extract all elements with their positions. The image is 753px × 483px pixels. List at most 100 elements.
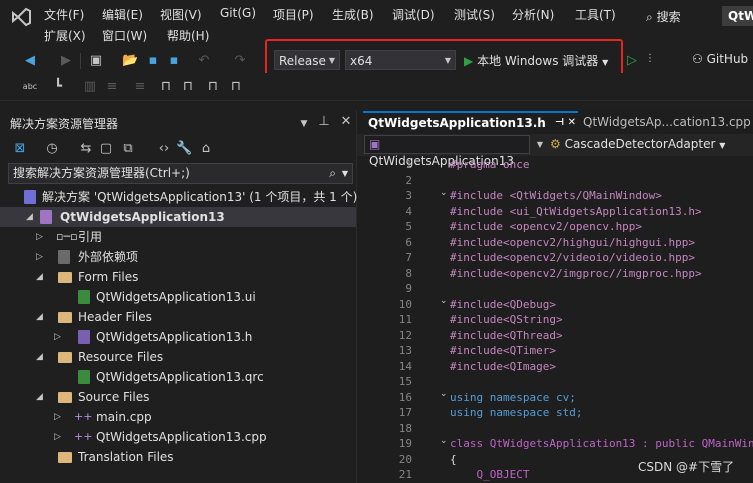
- tree-item-header-file[interactable]: ▷ QtWidgetsApplication13.h: [0, 327, 356, 347]
- forward-icon[interactable]: ▶: [58, 53, 74, 69]
- tree-item-solution[interactable]: 解决方案 'QtWidgetsApplication13' (1 个项目，共 1…: [0, 187, 357, 207]
- pin-icon[interactable]: ⊥: [316, 114, 332, 130]
- fold-toggle-icon[interactable]: ⌄: [440, 436, 448, 446]
- tree-item-app-cpp[interactable]: ▷ ++ QtWidgetsApplication13.cpp: [0, 427, 356, 447]
- wrench-icon[interactable]: 🔧: [176, 141, 192, 157]
- code-line: 18: [398, 421, 412, 435]
- collapse-all-icon[interactable]: ▢: [98, 141, 114, 157]
- redo-icon[interactable]: ↷: [232, 53, 248, 69]
- code-line: 5 #include <opencv2/opencv.hpp>: [405, 220, 643, 233]
- code-line: 13 #include<QTimer>: [398, 344, 556, 357]
- menu-window[interactable]: 窗口(W): [102, 27, 147, 44]
- preview-icon[interactable]: ⌂: [198, 141, 214, 157]
- fold-toggle-icon[interactable]: ⌄: [440, 296, 448, 306]
- chevron-down-icon[interactable]: ▼: [532, 137, 548, 153]
- undo-icon[interactable]: ↶: [196, 53, 212, 69]
- history-icon[interactable]: ◷: [44, 141, 60, 157]
- ui-file-icon: [78, 290, 90, 304]
- folder-icon: [58, 272, 72, 283]
- chevron-right-icon: ▷: [54, 432, 61, 442]
- format-icon[interactable]: ┗: [50, 79, 66, 95]
- chevron-down-icon: ◢: [26, 212, 33, 222]
- tree-item-external-deps[interactable]: ▷ 外部依赖项: [0, 247, 356, 267]
- search-icon: ⌕: [646, 10, 653, 24]
- tree-item-label: Resource Files: [78, 350, 164, 364]
- prev-bookmark-icon[interactable]: ⊓: [205, 79, 221, 95]
- vs-solution-icon[interactable]: ⊠: [12, 141, 28, 157]
- code-line: 1 #pragma once: [405, 158, 530, 171]
- tree-item-main-cpp[interactable]: ▷ ++ main.cpp: [0, 407, 356, 427]
- menu-tools[interactable]: 工具(T): [575, 6, 616, 23]
- tree-item-label: Form Files: [78, 270, 139, 284]
- menu-test[interactable]: 测试(S): [454, 6, 495, 23]
- fold-toggle-icon[interactable]: ⌄: [440, 389, 448, 399]
- save-all-icon[interactable]: ▪: [166, 53, 182, 69]
- code-line: 20{: [398, 452, 457, 466]
- open-folder-icon[interactable]: 📂: [122, 53, 138, 69]
- code-line: 4 #include <ui_QtWidgetsApplication13.h>: [405, 204, 702, 218]
- menu-git[interactable]: Git(G): [220, 6, 256, 20]
- tree-item-ui-file[interactable]: QtWidgetsApplication13.ui: [0, 287, 356, 307]
- tree-item-label: Source Files: [78, 390, 150, 404]
- new-project-icon[interactable]: ▣: [88, 53, 104, 69]
- tree-item-resource-files[interactable]: ◢ Resource Files: [0, 347, 356, 367]
- qrc-file-icon: [78, 370, 90, 384]
- indent-icon[interactable]: ▥: [82, 79, 98, 95]
- spell-check-icon[interactable]: abc: [22, 79, 38, 95]
- menu-extensions[interactable]: 扩展(X): [44, 27, 86, 44]
- tree-item-translation-files[interactable]: Translation Files: [0, 447, 356, 467]
- tree-item-label: QtWidgetsApplication13.ui: [96, 290, 256, 304]
- menu-help[interactable]: 帮助(H): [167, 27, 209, 44]
- solution-explorer-search-input[interactable]: 搜索解决方案资源管理器(Ctrl+;) ⌕ ▼: [8, 163, 353, 184]
- search-icon: ⌕: [329, 166, 336, 180]
- tree-item-references[interactable]: ▷ ▫─▫ 引用: [0, 227, 356, 247]
- project-scope-dropdown[interactable]: ▣ QtWidgetsApplication13: [364, 135, 530, 168]
- github-copilot-button[interactable]: ⚇ GitHub: [692, 52, 748, 66]
- tab-cpp-file[interactable]: QtWidgetsAp...cation13.cpp: [578, 111, 753, 133]
- class-icon: ⚙: [550, 137, 561, 151]
- menu-file[interactable]: 文件(F): [44, 6, 84, 23]
- tree-item-header-files[interactable]: ◢ Header Files: [0, 307, 356, 327]
- visual-studio-logo-icon[interactable]: [10, 6, 32, 28]
- menu-build[interactable]: 生成(B): [332, 6, 374, 23]
- start-without-debugging-icon[interactable]: ▷: [624, 53, 640, 69]
- search-input-placeholder: 搜索解决方案资源管理器(Ctrl+;): [13, 166, 190, 180]
- fold-toggle-icon[interactable]: ⌄: [440, 188, 448, 198]
- next-bookmark-icon[interactable]: ⊓: [180, 79, 196, 95]
- pin-icon[interactable]: ⊣: [555, 113, 564, 133]
- tree-item-source-files[interactable]: ◢ Source Files: [0, 387, 356, 407]
- more-options-icon[interactable]: ⋮: [642, 51, 658, 67]
- sync-icon[interactable]: ⇆: [78, 141, 94, 157]
- tree-item-qrc-file[interactable]: QtWidgetsApplication13.qrc: [0, 367, 356, 387]
- show-all-files-icon[interactable]: ⧉: [120, 141, 136, 157]
- solution-icon: [24, 190, 36, 204]
- chevron-right-icon: ▷: [36, 252, 43, 262]
- tree-item-form-files[interactable]: ◢ Form Files: [0, 267, 356, 287]
- menu-edit[interactable]: 编辑(E): [102, 6, 143, 23]
- uncomment-icon[interactable]: ≡: [132, 79, 148, 95]
- chevron-down-icon: ▼: [341, 169, 348, 178]
- solution-name-tab[interactable]: QtW: [722, 6, 753, 26]
- save-icon[interactable]: ▪: [145, 53, 161, 69]
- tab-header-file[interactable]: QtWidgetsApplication13.h ⊣ ✕: [363, 111, 578, 133]
- menu-view[interactable]: 视图(V): [160, 6, 202, 23]
- tree-item-project[interactable]: ◢ QtWidgetsApplication13: [0, 207, 356, 227]
- menu-project[interactable]: 项目(P): [273, 6, 314, 23]
- code-line: 17 using namespace std;: [398, 406, 583, 419]
- tree-item-label: 外部依赖项: [78, 250, 139, 264]
- bookmark-icon[interactable]: ⊓: [158, 79, 174, 95]
- menu-debug[interactable]: 调试(D): [392, 6, 435, 23]
- code-view-icon[interactable]: ‹›: [156, 141, 172, 157]
- clear-bookmarks-icon[interactable]: ⊓: [228, 79, 244, 95]
- search-button[interactable]: ⌕ 搜索: [646, 8, 706, 26]
- close-icon[interactable]: ✕: [338, 114, 354, 130]
- class-scope-dropdown[interactable]: ⚙ CascadeDetectorAdapter ▼: [550, 136, 725, 155]
- close-icon[interactable]: ✕: [568, 113, 576, 133]
- comment-icon[interactable]: ≡: [104, 79, 120, 95]
- menu-analyze[interactable]: 分析(N): [512, 6, 554, 23]
- chevron-down-icon: ◢: [36, 272, 43, 282]
- github-label: GitHub: [706, 52, 749, 66]
- folder-icon: [58, 352, 72, 363]
- back-icon[interactable]: ◀: [22, 53, 38, 69]
- chevron-down-icon[interactable]: ▼: [296, 116, 312, 132]
